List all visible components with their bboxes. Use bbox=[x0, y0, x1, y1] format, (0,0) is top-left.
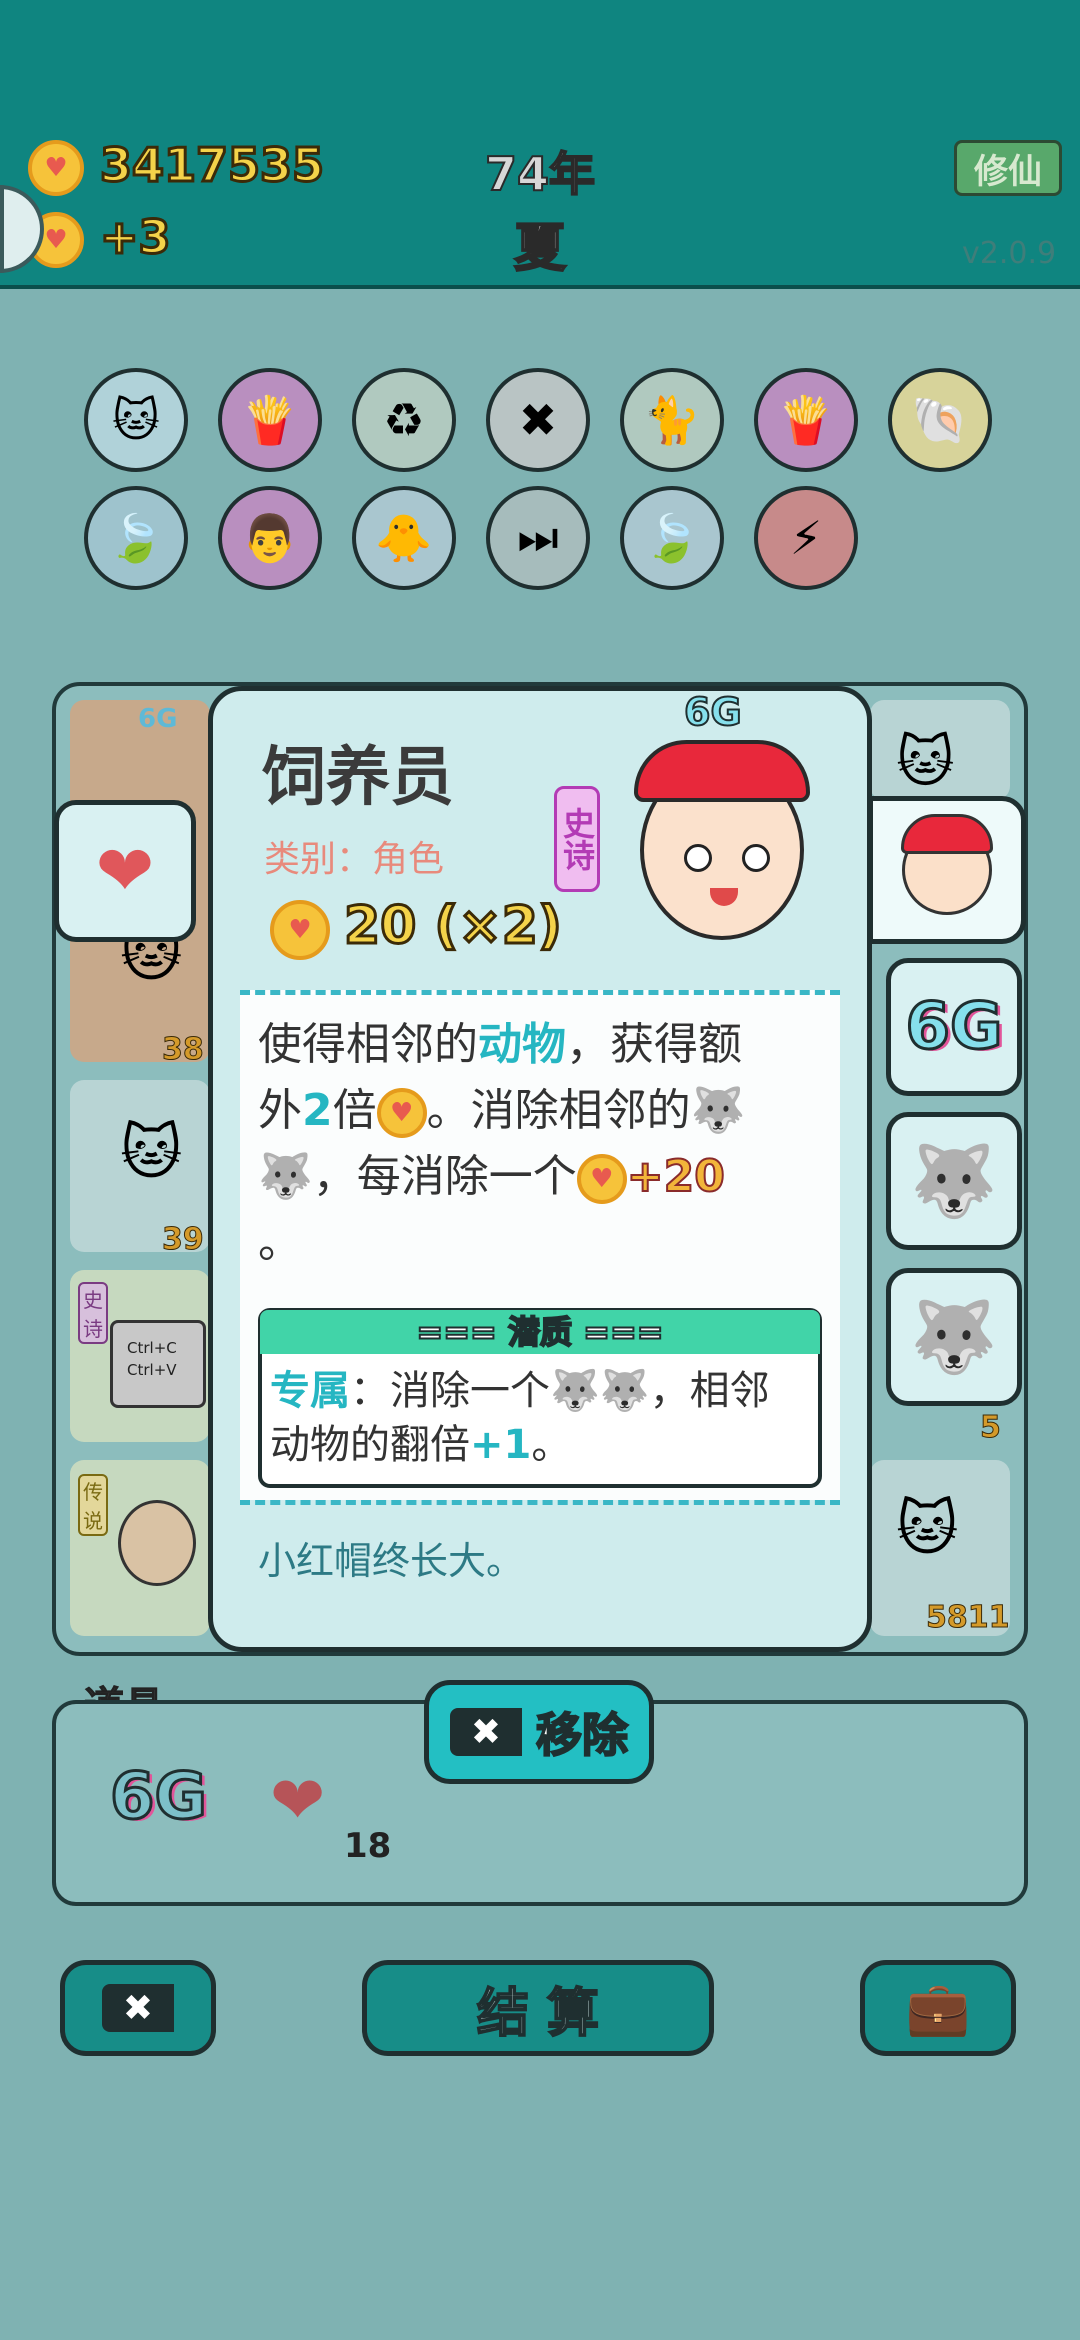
leaf-icon[interactable]: 🍃 bbox=[620, 486, 724, 590]
remove-icon[interactable]: ✖ bbox=[486, 368, 590, 472]
coin-icon: ♥ bbox=[270, 900, 330, 960]
settle-label: 结 算 bbox=[476, 1983, 600, 2045]
twin-cats-icon[interactable]: 🐈 bbox=[620, 368, 724, 472]
husky-card[interactable]: 🐺 bbox=[886, 1112, 1022, 1250]
chick-icon[interactable]: 🐥 bbox=[352, 486, 456, 590]
popup-title: 饲养员 bbox=[262, 741, 454, 815]
coin-total: 3417535 bbox=[98, 137, 325, 194]
bag-button[interactable]: 💼 bbox=[860, 1960, 1016, 2056]
math-guy-icon[interactable]: 👨 bbox=[218, 486, 322, 590]
item-sixg[interactable]: 6G bbox=[108, 1759, 208, 1836]
recycle-icon[interactable]: ♻ bbox=[352, 368, 456, 472]
sixg-label: 6G bbox=[904, 989, 1004, 1066]
potential-text: 专属：消除一个🐺🐺，相邻 动物的翻倍+1。 bbox=[270, 1368, 770, 1468]
divider bbox=[240, 1500, 840, 1505]
close-icon: ✖ bbox=[102, 1984, 174, 2032]
coin-icon: ♥ bbox=[376, 1088, 427, 1138]
top-bar: ♥ 3417535 ♥ +3 74年 夏 修仙 v2.0.9 bbox=[0, 0, 1080, 289]
sunglasses-man-avatar bbox=[118, 1500, 196, 1586]
cat-icon: 🐱 bbox=[896, 1494, 959, 1564]
fries-icon[interactable]: 🍟 bbox=[754, 368, 858, 472]
sixg-card[interactable]: 6G bbox=[886, 958, 1022, 1096]
cell-value: 5 bbox=[980, 1410, 1002, 1446]
potential-title: === 潜质 === bbox=[260, 1310, 820, 1354]
husky-king-icon: 🐺 bbox=[258, 1151, 313, 1202]
popup-value: 20 (×2) bbox=[343, 895, 564, 958]
fries-icon[interactable]: 🍟 bbox=[218, 368, 322, 472]
discard-button[interactable]: ✖ bbox=[60, 1960, 216, 2056]
description-text: 使得相邻的动物，获得额 外2倍 ♥ 。消除相邻的🐺 🐺，每消除一个 ♥ +20 。 bbox=[258, 1019, 746, 1268]
season-label: 夏 bbox=[513, 218, 567, 280]
husky-icon: 🐺 bbox=[690, 1085, 746, 1136]
remove-button[interactable]: ✖ 移除 bbox=[424, 1680, 654, 1784]
remove-label: 移除 bbox=[535, 1707, 629, 1763]
sixg-small-label: 6G bbox=[138, 704, 178, 734]
popup-category: 类别：角色 bbox=[264, 839, 445, 880]
divider bbox=[240, 990, 840, 995]
red-cap-icon bbox=[634, 740, 810, 802]
liver-count: 18 bbox=[344, 1826, 392, 1866]
liver-icon[interactable]: ❤ bbox=[270, 1762, 325, 1839]
keeper-face-icon bbox=[901, 814, 993, 915]
coin-icon: ♥ bbox=[28, 140, 84, 196]
rarity-badge: 史诗 bbox=[554, 786, 600, 892]
sixg-badge: 6G bbox=[683, 689, 743, 735]
flavor-text: 小红帽终长大。 bbox=[258, 1539, 525, 1583]
briefcase-icon: 💼 bbox=[905, 1978, 971, 2039]
coin-income: +3 bbox=[99, 209, 173, 266]
skip-icon[interactable]: ⏭ bbox=[486, 486, 590, 590]
settle-button[interactable]: 结 算 bbox=[362, 1960, 714, 2056]
cell-value: 39 bbox=[162, 1222, 205, 1258]
cat-icon: 🐱 bbox=[120, 1118, 183, 1188]
cat-icon[interactable]: 🐱 bbox=[84, 368, 188, 472]
keeper-avatar-card[interactable] bbox=[868, 796, 1026, 944]
sixg-label: 6G bbox=[108, 1759, 208, 1836]
husky-king-card[interactable]: 🐺 bbox=[886, 1268, 1022, 1406]
coin-icon: ♥ bbox=[576, 1154, 627, 1204]
cultivate-button[interactable]: 修仙 bbox=[954, 140, 1062, 196]
close-icon: ✖ bbox=[450, 1708, 522, 1756]
ctrl-keys-card: Ctrl+C Ctrl+V bbox=[110, 1320, 206, 1408]
rarity-tag-legend: 传说 bbox=[78, 1474, 108, 1536]
husky-pair-icon: 🐺🐺 bbox=[550, 1368, 650, 1414]
rarity-tag-epic: 史诗 bbox=[78, 1282, 108, 1344]
keeper-portrait bbox=[634, 740, 810, 940]
liver-card[interactable]: ❤ bbox=[54, 800, 196, 942]
version-label: v2.0.9 bbox=[962, 236, 1057, 271]
leaf-icon[interactable]: 🍃 bbox=[84, 486, 188, 590]
cell-value: 38 bbox=[162, 1032, 205, 1068]
shell-icon[interactable]: 🐚 bbox=[888, 368, 992, 472]
year-label: 74年 bbox=[484, 146, 596, 202]
lightning-icon[interactable]: ⚡ bbox=[754, 486, 858, 590]
cat-icon: 🐱 bbox=[896, 730, 955, 795]
cell-value: 5811 bbox=[926, 1600, 1010, 1636]
